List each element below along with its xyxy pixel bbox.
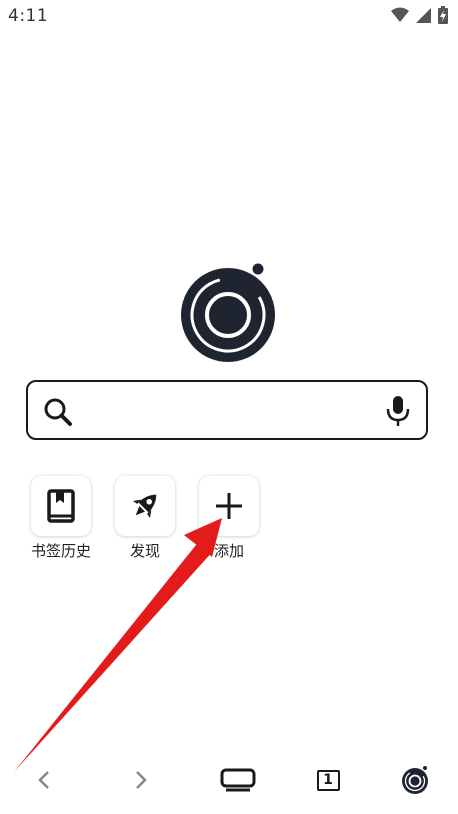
search-icon[interactable] — [42, 396, 74, 428]
shortcut-add[interactable]: 添加 — [189, 476, 269, 561]
tab-count: 1 — [316, 769, 340, 791]
browser-logo-icon — [402, 766, 428, 794]
shortcut-bookmarks-history[interactable]: 书签历史 — [21, 476, 101, 561]
microphone-icon[interactable] — [384, 394, 412, 428]
back-chevron-icon — [38, 771, 49, 789]
shortcut-tile[interactable] — [31, 476, 91, 536]
browser-logo-icon — [178, 262, 280, 364]
menu-button[interactable] — [388, 752, 444, 808]
plus-icon — [216, 493, 242, 519]
shortcut-label: 添加 — [213, 542, 244, 560]
status-icons — [391, 6, 448, 24]
bottom-navigation: 1 — [0, 752, 458, 808]
status-bar: 4:11 — [0, 0, 458, 34]
shortcut-discover[interactable]: 发现 — [105, 476, 185, 561]
battery-charging-icon — [438, 6, 448, 24]
screen-mode-button[interactable] — [210, 752, 266, 808]
cellular-signal-icon — [416, 7, 431, 23]
screen-mode-icon — [220, 768, 256, 792]
add-shortcut-button[interactable] — [199, 476, 259, 536]
shortcut-label: 书签历史 — [30, 542, 91, 560]
forward-chevron-icon — [136, 771, 147, 789]
tabs-button[interactable]: 1 — [300, 752, 356, 808]
rocket-icon — [132, 494, 157, 519]
search-input[interactable] — [84, 392, 378, 430]
shortcut-label: 发现 — [129, 542, 160, 560]
status-time: 4:11 — [8, 6, 49, 26]
shortcut-tile[interactable] — [115, 476, 175, 536]
wifi-icon — [391, 7, 409, 22]
bookmark-book-icon — [47, 489, 75, 523]
search-bar[interactable] — [26, 380, 428, 440]
forward-button[interactable] — [113, 752, 169, 808]
back-button[interactable] — [16, 752, 72, 808]
